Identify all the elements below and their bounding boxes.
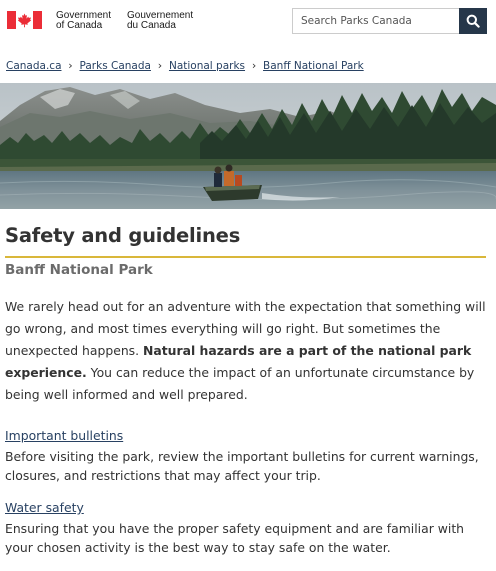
government-signature-en[interactable]: Government of Canada bbox=[56, 11, 111, 31]
breadcrumb-national-parks[interactable]: National parks bbox=[169, 60, 245, 72]
water-safety-description: Ensuring that you have the proper safety… bbox=[5, 521, 465, 555]
search-form bbox=[292, 8, 487, 34]
breadcrumb-banff-national-park[interactable]: Banff National Park bbox=[263, 60, 364, 72]
important-bulletins-description: Before visiting the park, review the imp… bbox=[5, 449, 479, 483]
page-title: Safety and guidelines bbox=[5, 224, 241, 247]
chevron-right-icon: › bbox=[251, 59, 257, 72]
chevron-right-icon: › bbox=[68, 59, 73, 72]
site-header: Government of Canada Gouvernement du Can… bbox=[0, 0, 496, 44]
search-button[interactable] bbox=[459, 8, 487, 34]
signature-en-line2: of Canada bbox=[56, 20, 103, 31]
government-signature-fr[interactable]: Gouvernement du Canada bbox=[127, 11, 193, 31]
banner-image bbox=[0, 83, 496, 209]
water-safety-link[interactable]: Water safety bbox=[5, 500, 84, 515]
title-underline bbox=[5, 256, 486, 258]
breadcrumb-parks-canada[interactable]: Parks Canada bbox=[80, 60, 151, 72]
breadcrumb: Canada.ca › Parks Canada › National parks › Ba… bbox=[6, 58, 364, 74]
signature-fr-line2: du Canada bbox=[127, 20, 176, 31]
canada-flag-icon[interactable] bbox=[7, 11, 42, 29]
breadcrumb-canada-ca[interactable]: Canada.ca bbox=[6, 60, 62, 72]
chevron-right-icon: › bbox=[157, 59, 163, 72]
search-input[interactable] bbox=[292, 8, 459, 34]
search-icon bbox=[466, 14, 480, 28]
intro-paragraph: We rarely head out for an adventure with… bbox=[5, 296, 491, 406]
important-bulletins-link[interactable]: Important bulletins bbox=[5, 428, 123, 443]
page-subtitle: Banff National Park bbox=[5, 262, 153, 278]
